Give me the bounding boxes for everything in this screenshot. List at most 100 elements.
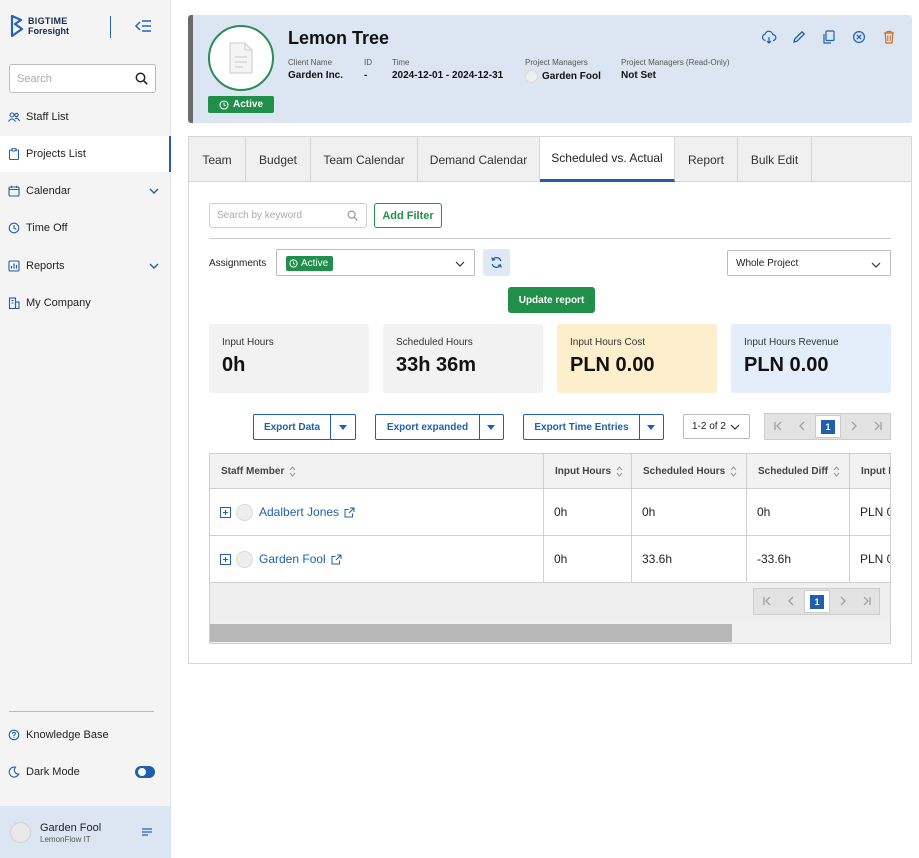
sidebar-item-label: Time Off	[26, 222, 68, 234]
search-icon[interactable]	[135, 72, 148, 85]
cell-staff-member: Garden Fool	[210, 536, 544, 582]
range-select-value: Whole Project	[736, 258, 799, 269]
sort-icon[interactable]	[833, 466, 840, 477]
expand-plus-icon[interactable]	[220, 553, 231, 565]
cancel-icon[interactable]	[851, 29, 867, 45]
caret-down-icon[interactable]	[646, 424, 656, 431]
copy-icon[interactable]	[821, 29, 837, 45]
next-page-icon[interactable]	[837, 595, 849, 607]
sidebar-item-my-company[interactable]: My Company	[0, 285, 171, 321]
assignment-tag: Active	[286, 256, 334, 271]
column-scheduled-diff[interactable]: Scheduled Diff	[747, 454, 850, 489]
table-header: Staff Member Input Hours Scheduled Hours…	[210, 454, 890, 489]
last-page-icon[interactable]	[861, 595, 873, 607]
prev-page-icon[interactable]	[796, 420, 808, 432]
column-scheduled-hours[interactable]: Scheduled Hours	[632, 454, 747, 489]
sort-icon[interactable]	[616, 466, 623, 477]
external-link-icon[interactable]	[331, 554, 342, 565]
stat-input-hours-revenue: Input Hours Revenue PLN 0.00	[731, 324, 891, 393]
tab-scheduled-vs-actual[interactable]: Scheduled vs. Actual	[540, 137, 675, 182]
meta-label: Client Name	[288, 58, 333, 67]
brand-divider	[110, 16, 111, 38]
tab-team-calendar[interactable]: Team Calendar	[311, 137, 418, 182]
bigtime-logo-icon	[10, 15, 24, 37]
stat-label: Input Hours Revenue	[744, 337, 839, 348]
column-label: Scheduled Diff	[758, 466, 829, 477]
horizontal-scrollbar[interactable]	[210, 623, 890, 643]
table-row: Garden Fool 0h 33.6h -33.6h PLN 0	[210, 536, 890, 583]
page-number: 1	[821, 420, 835, 434]
menu-icon[interactable]	[141, 826, 153, 838]
export-expanded-button[interactable]: Export expanded	[375, 414, 504, 440]
meta-value: Garden Inc.	[288, 70, 344, 81]
column-input-hours[interactable]: Input Hours	[544, 454, 632, 489]
caret-down-icon[interactable]	[338, 424, 348, 431]
sidebar-item-staff-list[interactable]: Staff List	[0, 99, 171, 135]
sidebar-item-time-off[interactable]: Time Off	[0, 210, 171, 246]
meta-project-managers: Project Managers Garden Fool	[525, 58, 601, 83]
sidebar-item-label: Reports	[26, 260, 65, 272]
sidebar-item-reports[interactable]: Reports	[0, 248, 171, 284]
keyword-search-input[interactable]	[210, 204, 340, 227]
delete-icon[interactable]	[881, 29, 897, 45]
chevron-down-icon[interactable]	[149, 186, 159, 196]
sidebar-item-projects-list[interactable]: Projects List	[0, 136, 171, 172]
add-filter-button[interactable]: Add Filter	[374, 203, 442, 228]
document-icon	[229, 42, 253, 74]
tab-budget[interactable]: Budget	[246, 137, 311, 182]
last-page-icon[interactable]	[872, 420, 884, 432]
refresh-button[interactable]	[483, 249, 510, 276]
first-page-icon[interactable]	[772, 420, 784, 432]
table-footer: 1	[210, 583, 890, 623]
sidebar-divider	[9, 711, 154, 712]
brand-logo[interactable]: BIGTIME Foresight	[10, 15, 69, 37]
export-data-button[interactable]: Export Data	[253, 414, 356, 440]
sidebar-item-label: Projects List	[26, 148, 86, 160]
sidebar: BIGTIME Foresight Staff List Projects Li…	[0, 0, 171, 858]
expand-plus-icon[interactable]	[220, 506, 231, 518]
meta-label: Time	[392, 58, 410, 67]
page-number-button[interactable]: 1	[804, 590, 830, 613]
column-input-h[interactable]: Input H	[850, 454, 890, 489]
prev-page-icon[interactable]	[785, 595, 797, 607]
meta-value[interactable]: Garden Fool	[542, 71, 601, 82]
sort-icon[interactable]	[289, 466, 296, 477]
next-page-icon[interactable]	[848, 420, 860, 432]
range-select[interactable]: Whole Project	[727, 250, 891, 276]
cloud-sync-icon[interactable]	[761, 29, 777, 45]
staff-name-link[interactable]: Garden Fool	[259, 552, 326, 566]
tab-demand-calendar[interactable]: Demand Calendar	[418, 137, 540, 182]
page-range: 1-2 of 2	[692, 421, 726, 432]
assignments-select[interactable]: Active	[276, 249, 475, 276]
clock-icon	[289, 259, 298, 268]
staff-table: Staff Member Input Hours Scheduled Hours…	[209, 453, 891, 644]
sidebar-item-calendar[interactable]: Calendar	[0, 173, 171, 209]
external-link-icon[interactable]	[344, 507, 355, 518]
page-number-button[interactable]: 1	[815, 415, 841, 438]
search-icon[interactable]	[347, 210, 358, 221]
sidebar-search-input[interactable]	[10, 65, 125, 92]
dark-mode-toggle[interactable]	[135, 766, 155, 778]
export-data-label: Export Data	[254, 415, 331, 439]
sidebar-item-knowledge-base[interactable]: Knowledge Base	[0, 717, 171, 753]
update-report-button[interactable]: Update report	[508, 287, 595, 313]
stat-input-hours-cost: Input Hours Cost PLN 0.00	[557, 324, 717, 393]
chevron-down-icon[interactable]	[149, 261, 159, 271]
first-page-icon[interactable]	[761, 595, 773, 607]
meta-label: Project Managers (Read-Only)	[621, 58, 730, 67]
tab-report[interactable]: Report	[675, 137, 738, 182]
sort-icon[interactable]	[730, 466, 737, 477]
meta-time: Time 2024-12-01 - 2024-12-31	[392, 58, 503, 81]
collapse-sidebar-icon[interactable]	[134, 18, 152, 34]
export-time-entries-button[interactable]: Export Time Entries	[523, 414, 664, 440]
scrollbar-thumb[interactable]	[210, 624, 732, 642]
edit-icon[interactable]	[791, 29, 807, 45]
tab-bulk-edit[interactable]: Bulk Edit	[738, 137, 812, 182]
tab-team[interactable]: Team	[189, 137, 246, 182]
caret-down-icon[interactable]	[486, 424, 496, 431]
staff-name-link[interactable]: Adalbert Jones	[259, 505, 339, 519]
user-profile[interactable]: Garden Fool LemonFlow IT	[0, 806, 171, 858]
meta-id: ID -	[364, 58, 372, 81]
page-size-select[interactable]: 1-2 of 2	[683, 414, 750, 439]
column-staff-member[interactable]: Staff Member	[210, 454, 544, 489]
